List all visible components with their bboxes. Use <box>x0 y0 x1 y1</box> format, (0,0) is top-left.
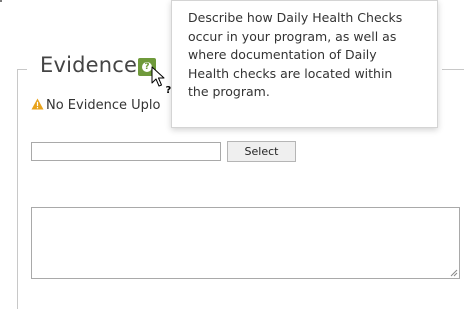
fieldset-border-top-right <box>442 69 464 70</box>
no-evidence-warning: No Evidence Uplo <box>31 98 160 113</box>
resize-handle-icon[interactable] <box>449 268 458 277</box>
warning-triangle-icon <box>31 98 44 110</box>
tooltip-line: where documentation of Daily <box>188 47 377 62</box>
select-file-button[interactable]: Select <box>227 141 296 162</box>
file-path-input[interactable] <box>31 142 221 161</box>
svg-text:?: ? <box>166 85 172 96</box>
help-tooltip: Describe how Daily Health Checks occur i… <box>171 0 438 128</box>
fieldset-border-left <box>17 69 18 309</box>
warning-text: No Evidence Uplo <box>46 98 161 113</box>
evidence-notes-textarea[interactable] <box>31 207 460 279</box>
tooltip-line: occur in your program, as well as <box>188 28 397 44</box>
corner-dot <box>0 0 2 2</box>
tooltip-line: the program. <box>188 84 270 99</box>
section-title: Evidence <box>40 53 138 77</box>
fieldset-border-top-left <box>17 69 27 70</box>
help-cursor-icon: ? <box>151 66 172 96</box>
tooltip-line: Describe how Daily Health Checks <box>188 10 403 25</box>
tooltip-line: Health checks are located within <box>188 65 393 81</box>
